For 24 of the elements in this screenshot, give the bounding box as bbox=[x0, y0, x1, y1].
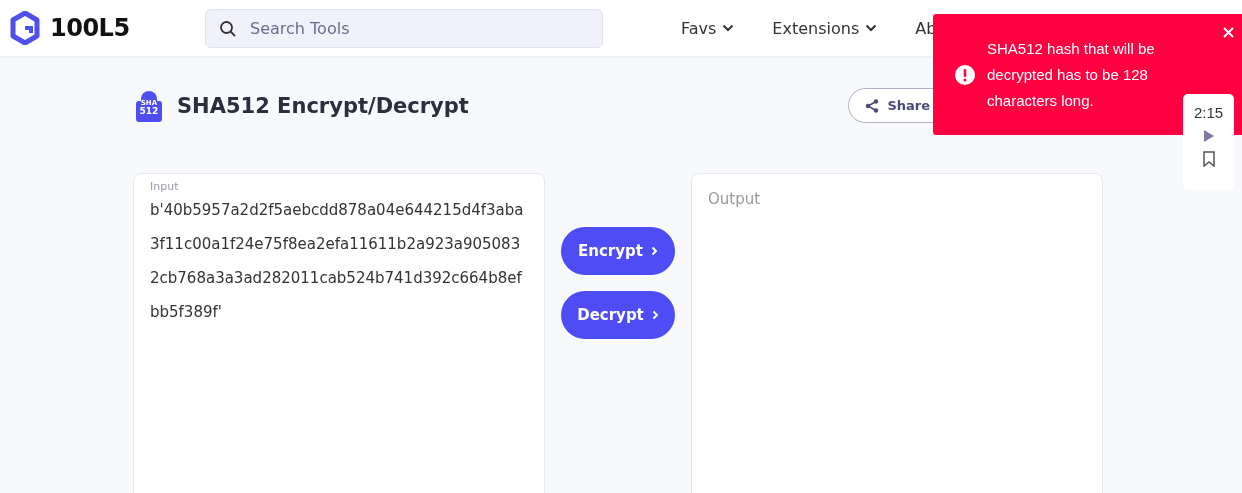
toast-message: SHA512 hash that will be decrypted has to be 128 characters long. bbox=[987, 38, 1156, 111]
icon-label: 512 bbox=[139, 106, 159, 116]
output-placeholder: Output bbox=[707, 189, 762, 210]
share-icon bbox=[865, 98, 880, 113]
video-time: 2:15 bbox=[1193, 104, 1224, 121]
chevron-right-icon bbox=[651, 310, 659, 320]
close-icon[interactable] bbox=[1223, 27, 1234, 38]
nav-menu-item[interactable]: Favs bbox=[681, 18, 735, 38]
page-title: SHA512 Encrypt/Decrypt bbox=[177, 93, 469, 118]
padlock-icon bbox=[135, 88, 163, 123]
logo-text[interactable]: 100L5 bbox=[50, 14, 130, 42]
hexagon-logo-icon bbox=[10, 11, 40, 45]
input-label: Input bbox=[149, 179, 180, 193]
search-icon bbox=[219, 19, 237, 38]
chevron-right-icon bbox=[650, 246, 658, 256]
search-field[interactable]: Search Tools bbox=[205, 8, 603, 48]
nav-menu-item[interactable]: Extensions bbox=[772, 18, 878, 38]
bookmark-icon[interactable] bbox=[1202, 151, 1215, 167]
input-field[interactable]: Input b'40b5957a2d2f5aebcdd878a04e644215d4f3aba3f11c00a1f24e75f8ea2efa11611b2a923a9050832cb768a3a3ad282011cab524b741d392c664b8efbb5f389f' bbox=[133, 173, 545, 493]
input-text: b'40b5957a2d2f5aebcdd878a04e644215d4f3aba3f11c00a1f24e75f8ea2efa11611b2a923a9050832cb768a3a3ad282011cab524b741d392c664b8efbb5f389f' bbox=[149, 200, 525, 323]
alert-icon bbox=[955, 64, 975, 85]
play-icon[interactable] bbox=[1203, 130, 1214, 142]
action-button[interactable]: Encrypt bbox=[561, 227, 675, 275]
action-button[interactable]: Decrypt bbox=[561, 291, 675, 339]
